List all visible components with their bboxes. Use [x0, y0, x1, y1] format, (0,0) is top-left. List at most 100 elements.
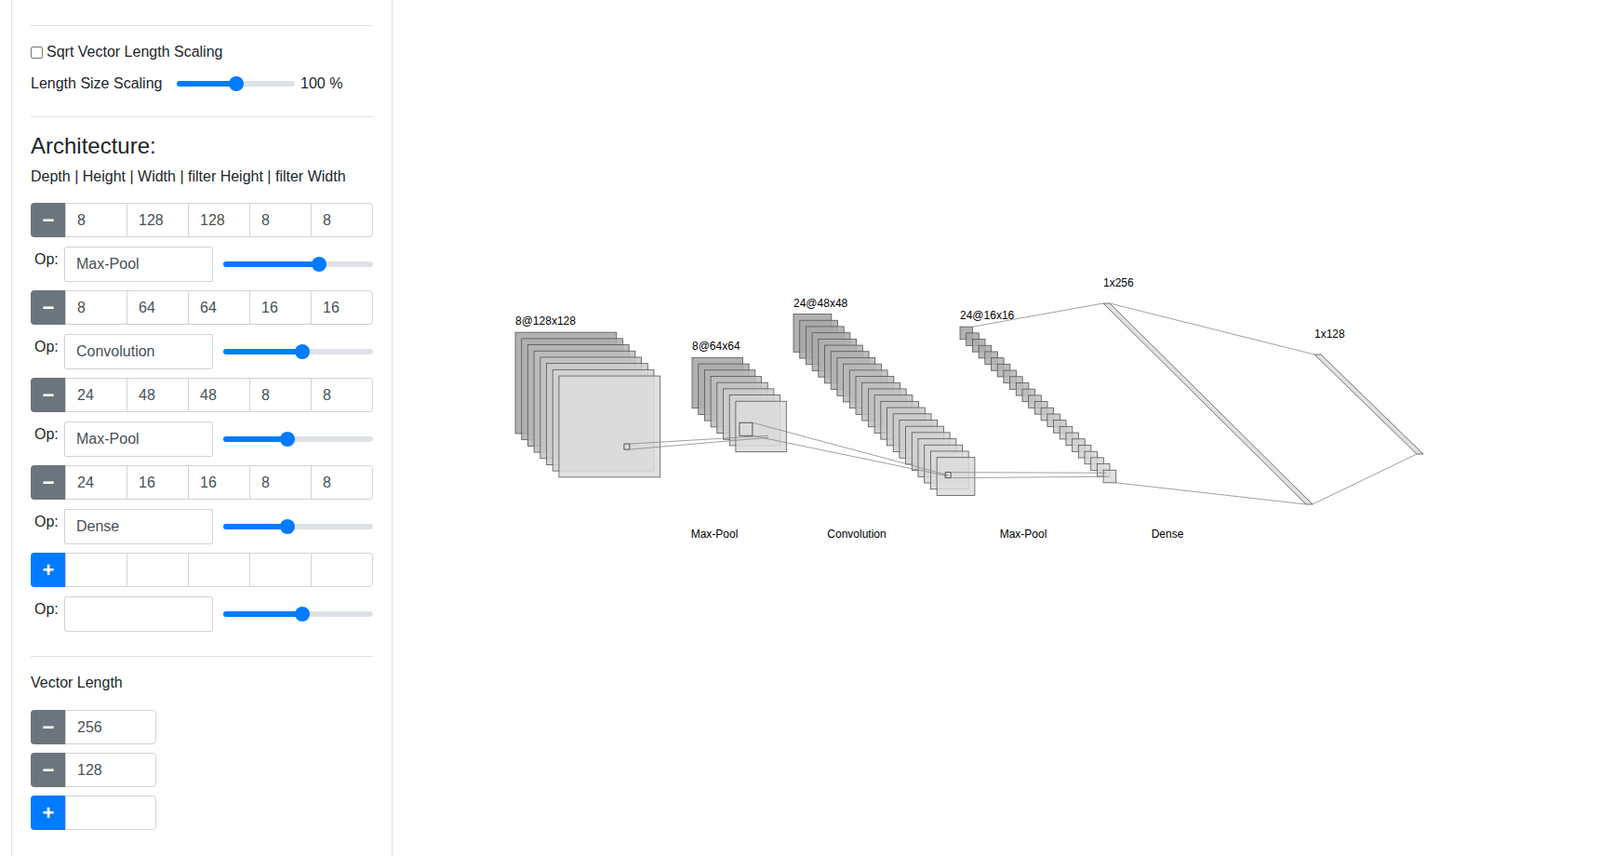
feature-map	[559, 375, 661, 478]
op-field[interactable]	[64, 508, 214, 545]
op-field[interactable]	[64, 596, 214, 632]
layer-field[interactable]	[126, 377, 189, 413]
connection-line	[752, 422, 948, 475]
sqrt-scaling-checkbox[interactable]	[30, 46, 43, 59]
slider[interactable]	[223, 611, 374, 617]
op-caption: Max-Pool	[691, 527, 739, 541]
slider-thumb[interactable]	[294, 606, 310, 622]
layer-label: 24@48x48	[793, 296, 849, 310]
layer-field[interactable]	[187, 377, 251, 413]
slider[interactable]	[223, 436, 374, 442]
vector-field[interactable]	[65, 752, 157, 787]
op-row: Op:	[30, 333, 374, 370]
remove-layer-button[interactable]: −	[30, 377, 67, 413]
op-caption: Convolution	[826, 527, 886, 541]
vector-row: −	[30, 752, 157, 787]
layer-field[interactable]	[187, 290, 251, 325]
op-row: Op:	[30, 508, 374, 545]
slider[interactable]	[223, 261, 374, 267]
layer-field[interactable]	[126, 290, 189, 325]
layer-field[interactable]	[310, 202, 374, 238]
op-field[interactable]	[64, 246, 214, 282]
layer-field[interactable]	[249, 377, 312, 413]
slider-thumb[interactable]	[280, 519, 295, 534]
length-scaling-label: Length Size Scaling	[30, 74, 177, 94]
slider[interactable]	[176, 80, 295, 87]
slider[interactable]	[223, 523, 374, 530]
vector-field[interactable]	[65, 795, 157, 830]
layer-field[interactable]	[65, 202, 128, 238]
add-layer-button[interactable]: +	[30, 552, 67, 587]
slider-thumb[interactable]	[228, 76, 244, 92]
length-scaling-row: Length Size Scaling100 %	[30, 73, 374, 94]
layer-label: 8@128x128	[515, 314, 576, 328]
new-layer-row: +	[30, 552, 374, 587]
vector-length-title: Vector Length	[30, 673, 374, 693]
layer-field[interactable]	[65, 377, 128, 413]
layer-field[interactable]	[126, 552, 189, 587]
connection-line	[1312, 453, 1417, 505]
sqrt-scaling-label: Sqrt Vector Length Scaling	[46, 42, 223, 62]
feature-map	[936, 457, 975, 496]
op-row: Op:	[30, 596, 374, 632]
layer-field[interactable]	[126, 465, 189, 500]
vector-field[interactable]	[65, 709, 157, 745]
op-row: Op:	[30, 246, 374, 282]
divider	[30, 655, 374, 657]
remove-vector-button[interactable]: −	[30, 752, 67, 787]
slider-thumb[interactable]	[311, 256, 327, 272]
slider-fill	[223, 523, 288, 530]
layer-field[interactable]	[310, 290, 374, 325]
layer-field[interactable]	[249, 465, 312, 500]
remove-vector-button[interactable]: −	[30, 709, 67, 745]
op-label: Op:	[30, 425, 65, 444]
connection-line	[950, 471, 1107, 474]
slider-thumb[interactable]	[294, 344, 310, 360]
connection-line	[629, 437, 769, 450]
dense-vector	[1103, 303, 1313, 505]
slider[interactable]	[223, 348, 374, 355]
layer-field[interactable]	[187, 552, 251, 587]
divider	[30, 116, 374, 118]
layer-field[interactable]	[310, 377, 374, 413]
vector-label: 1x256	[1103, 276, 1134, 290]
add-vector-button[interactable]: +	[30, 795, 67, 830]
layer-label: 24@16x16	[960, 308, 1015, 322]
connection-line	[1109, 303, 1315, 355]
remove-layer-button[interactable]: −	[30, 290, 67, 325]
layer-field[interactable]	[65, 552, 128, 587]
remove-layer-button[interactable]: −	[30, 465, 67, 500]
op-slider-wrap	[213, 261, 374, 267]
connection-line	[950, 476, 1109, 478]
layer-field[interactable]	[310, 552, 374, 587]
filter-box	[945, 472, 951, 479]
op-field[interactable]	[64, 421, 214, 457]
layer-field[interactable]	[65, 290, 128, 325]
op-slider-wrap	[213, 523, 374, 530]
op-row: Op:	[30, 421, 374, 457]
connection-line	[973, 303, 1104, 327]
op-caption: Dense	[1151, 527, 1185, 541]
layer-field[interactable]	[187, 465, 251, 500]
slider-fill	[223, 261, 320, 267]
vector-label: 1x128	[1314, 327, 1346, 341]
divider	[30, 0, 374, 27]
slider-thumb[interactable]	[280, 431, 295, 447]
connection-line	[629, 435, 769, 444]
op-label: Op:	[30, 337, 65, 357]
filter-box	[739, 422, 753, 436]
layer-field[interactable]	[65, 465, 128, 500]
layer-field[interactable]	[249, 290, 312, 325]
layer-field[interactable]	[126, 202, 189, 238]
layer-field[interactable]	[187, 202, 251, 238]
op-label: Op:	[30, 250, 65, 269]
layer-field[interactable]	[249, 202, 312, 238]
remove-layer-button[interactable]: −	[30, 202, 67, 238]
op-slider-wrap	[213, 611, 374, 617]
slider-fill	[223, 611, 303, 617]
layer-field[interactable]	[310, 465, 374, 500]
feature-map	[735, 400, 787, 452]
op-field[interactable]	[64, 333, 214, 370]
filter-box	[624, 443, 630, 450]
layer-field[interactable]	[249, 552, 312, 587]
